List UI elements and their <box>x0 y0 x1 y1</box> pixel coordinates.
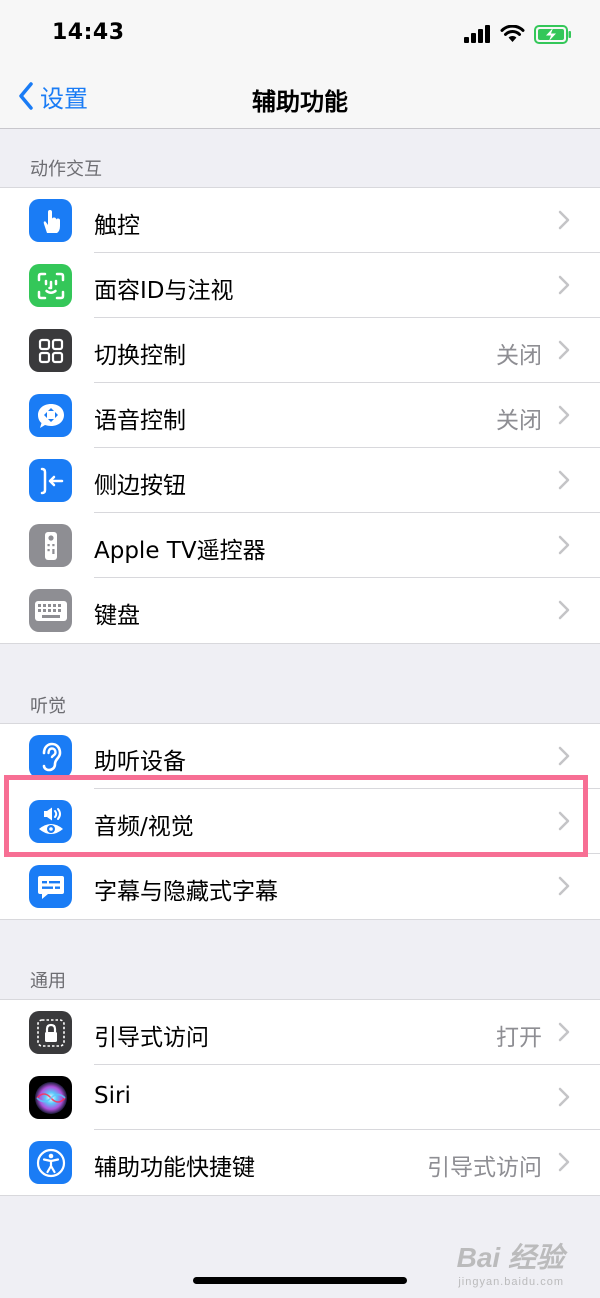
settings-group-interaction: 触控 面容ID与注视 切换控制 关闭 语音控制 关闭 侧边按钮 Apple TV… <box>0 187 600 644</box>
home-indicator[interactable] <box>193 1277 407 1284</box>
row-switch-control[interactable]: 切换控制 关闭 <box>0 318 600 383</box>
side-button-icon <box>29 459 72 502</box>
hand-touch-icon <box>29 199 72 242</box>
row-guided-access-value: 打开 <box>496 1025 542 1051</box>
voice-control-icon <box>29 394 72 437</box>
row-keyboard-label: 键盘 <box>94 603 140 629</box>
chevron-right-icon <box>558 535 570 555</box>
siri-icon <box>29 1076 72 1119</box>
row-siri[interactable]: Siri <box>0 1065 600 1130</box>
row-touch-label: 触控 <box>94 213 140 239</box>
section-header-hearing: 听觉 <box>30 696 66 717</box>
row-accessibility-shortcut-label: 辅助功能快捷键 <box>94 1155 255 1181</box>
row-captions-label: 字幕与隐藏式字幕 <box>94 879 278 905</box>
chevron-right-icon <box>558 811 570 831</box>
wifi-icon <box>500 25 525 42</box>
chevron-right-icon <box>558 275 570 295</box>
chevron-right-icon <box>558 340 570 360</box>
accessibility-icon <box>29 1141 72 1184</box>
section-header-interaction: 动作交互 <box>30 159 102 180</box>
chevron-right-icon <box>558 1022 570 1042</box>
row-voice-control-value: 关闭 <box>496 408 542 434</box>
captions-icon <box>29 865 72 908</box>
chevron-right-icon <box>558 876 570 896</box>
row-switch-control-value: 关闭 <box>496 343 542 369</box>
audio-visual-icon <box>29 800 72 843</box>
row-accessibility-shortcut[interactable]: 辅助功能快捷键 引导式访问 <box>0 1130 600 1195</box>
status-bar: 14:43 <box>0 0 600 64</box>
page-title: 辅助功能 <box>252 88 348 116</box>
row-face-id[interactable]: 面容ID与注视 <box>0 253 600 318</box>
cellular-signal-icon <box>464 25 490 43</box>
chevron-right-icon <box>558 210 570 230</box>
watermark-main-text: Bai 经验 <box>456 1242 564 1273</box>
status-time: 14:43 <box>52 20 125 45</box>
section-header-general: 通用 <box>30 971 66 992</box>
face-id-icon <box>29 264 72 307</box>
row-guided-access[interactable]: 引导式访问 打开 <box>0 1000 600 1065</box>
navigation-bar: 设置 辅助功能 <box>0 64 600 129</box>
row-audio-visual-label: 音频/视觉 <box>94 814 194 840</box>
ear-icon <box>29 735 72 778</box>
settings-group-hearing: 助听设备 音频/视觉 字幕与隐藏式字幕 <box>0 723 600 920</box>
row-hearing-devices[interactable]: 助听设备 <box>0 724 600 789</box>
chevron-right-icon <box>558 1087 570 1107</box>
row-side-button[interactable]: 侧边按钮 <box>0 448 600 513</box>
row-face-id-label: 面容ID与注视 <box>94 278 234 304</box>
keyboard-icon <box>29 589 72 632</box>
switch-control-icon <box>29 329 72 372</box>
tv-remote-icon <box>29 524 72 567</box>
row-keyboard[interactable]: 键盘 <box>0 578 600 643</box>
row-hearing-devices-label: 助听设备 <box>94 749 186 775</box>
chevron-right-icon <box>558 1152 570 1172</box>
watermark-sub-text: jingyan.baidu.com <box>458 1276 564 1288</box>
chevron-right-icon <box>558 600 570 620</box>
guided-access-lock-icon <box>29 1011 72 1054</box>
row-siri-label: Siri <box>94 1083 131 1109</box>
row-captions[interactable]: 字幕与隐藏式字幕 <box>0 854 600 919</box>
chevron-right-icon <box>558 405 570 425</box>
row-accessibility-shortcut-value: 引导式访问 <box>427 1155 542 1181</box>
row-side-button-label: 侧边按钮 <box>94 473 186 499</box>
status-icons <box>464 22 572 46</box>
row-touch[interactable]: 触控 <box>0 188 600 253</box>
row-apple-tv-remote[interactable]: Apple TV遥控器 <box>0 513 600 578</box>
baidu-jingyan-watermark: Bai 经验 jingyan.baidu.com <box>457 1236 564 1288</box>
chevron-right-icon <box>558 746 570 766</box>
row-audio-visual[interactable]: 音频/视觉 <box>0 789 600 854</box>
row-switch-control-label: 切换控制 <box>94 343 186 369</box>
settings-group-general: 引导式访问 打开 Siri 辅助功能快捷键 引导式访问 <box>0 999 600 1196</box>
battery-charging-icon <box>534 24 571 44</box>
row-guided-access-label: 引导式访问 <box>94 1025 209 1051</box>
row-voice-control-label: 语音控制 <box>94 408 186 434</box>
row-voice-control[interactable]: 语音控制 关闭 <box>0 383 600 448</box>
chevron-right-icon <box>558 470 570 490</box>
row-apple-tv-remote-label: Apple TV遥控器 <box>94 538 266 564</box>
